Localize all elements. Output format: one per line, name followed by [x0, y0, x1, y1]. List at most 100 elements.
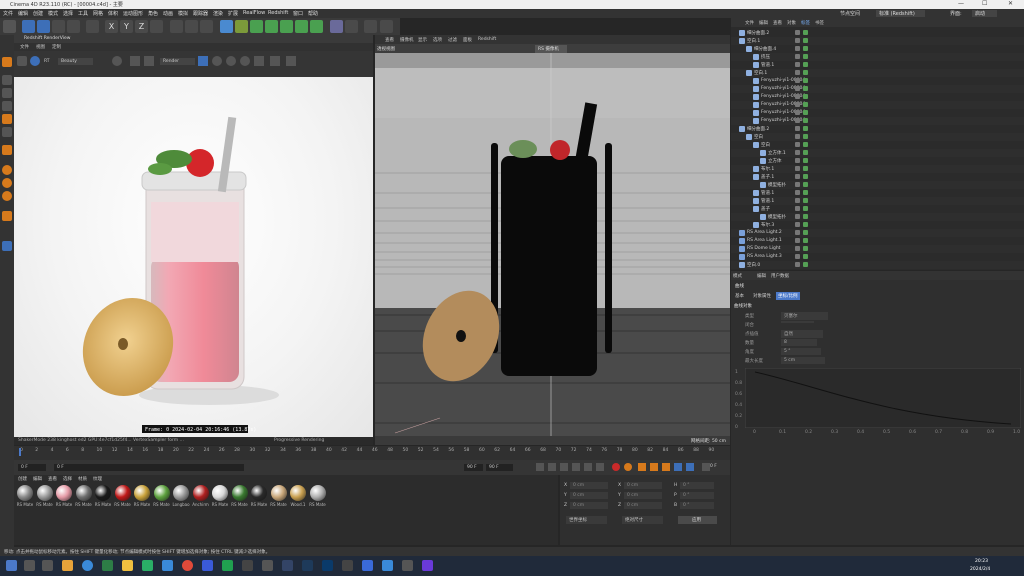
- rotate-tool-icon[interactable]: [67, 20, 80, 33]
- visibility-check-icon[interactable]: [803, 214, 808, 219]
- attr-menu-userdata[interactable]: 用户数据: [771, 273, 789, 279]
- layer-toggle-icon[interactable]: [795, 110, 800, 115]
- app-icon-3[interactable]: [222, 560, 233, 571]
- coord-rot-field[interactable]: 0 °: [680, 482, 714, 489]
- attr-subtab-basic[interactable]: 基本: [735, 293, 744, 299]
- object-row[interactable]: 盖子.1: [731, 173, 1024, 181]
- viewport-menu-options[interactable]: 选项: [433, 37, 442, 43]
- material-swatch[interactable]: RS Mate: [75, 484, 93, 514]
- rt-toggle[interactable]: RT: [44, 59, 50, 64]
- camera-icon[interactable]: [330, 20, 343, 33]
- visibility-check-icon[interactable]: [803, 30, 808, 35]
- visibility-check-icon[interactable]: [803, 150, 808, 155]
- attr-field-value[interactable]: [781, 321, 814, 323]
- menu-simulate[interactable]: 模拟: [178, 10, 188, 17]
- menu-mode[interactable]: 模式: [48, 10, 58, 17]
- go-to-start-icon[interactable]: [536, 463, 544, 471]
- bucket-icon[interactable]: [198, 56, 208, 66]
- material-swatch[interactable]: RS Mate: [309, 484, 327, 514]
- redshift-icon[interactable]: [364, 20, 377, 33]
- menu-create[interactable]: 创建: [33, 10, 43, 17]
- color-picker-icon[interactable]: [240, 56, 250, 66]
- visibility-check-icon[interactable]: [803, 254, 808, 259]
- om-menu-bookmarks[interactable]: 书签: [815, 20, 824, 26]
- viewport-menu-panel[interactable]: 面板: [463, 37, 472, 43]
- viewport-menu-filter[interactable]: 过滤: [448, 37, 457, 43]
- menu-tools[interactable]: 工具: [78, 10, 88, 17]
- app-icon-4[interactable]: [242, 560, 253, 571]
- visibility-check-icon[interactable]: [803, 126, 808, 131]
- live-select-icon[interactable]: [22, 20, 35, 33]
- attr-subtab-coord[interactable]: 坐标/比例: [776, 292, 800, 300]
- light-icon[interactable]: [345, 20, 358, 33]
- coord-size-field[interactable]: 0 cm: [624, 482, 663, 489]
- object-row[interactable]: 盖子: [731, 205, 1024, 213]
- coord-pos-field[interactable]: 0 cm: [570, 492, 609, 499]
- object-row[interactable]: Fenyuzhi-yi1-00004: [731, 109, 1024, 117]
- render-view-icon[interactable]: [170, 20, 183, 33]
- exposure-icon[interactable]: [226, 56, 236, 66]
- menu-volume[interactable]: 体积: [108, 10, 118, 17]
- visibility-check-icon[interactable]: [803, 62, 808, 67]
- coord-size-field[interactable]: 0 cm: [624, 502, 663, 509]
- object-row[interactable]: RS Area Light.2: [731, 229, 1024, 237]
- object-row[interactable]: Fenyuzhi-yi1-00004: [731, 117, 1024, 125]
- viewport-menu-camera[interactable]: 摄像机: [400, 37, 414, 43]
- play-icon[interactable]: [572, 463, 580, 471]
- app-icon-7[interactable]: [322, 560, 333, 571]
- menu-tracker[interactable]: 跟踪器: [193, 10, 208, 17]
- layer-toggle-icon[interactable]: [795, 174, 800, 179]
- cloner-icon[interactable]: [265, 20, 278, 33]
- om-menu-tags[interactable]: 标签: [801, 20, 810, 26]
- material-swatch[interactable]: RS Mate: [36, 484, 54, 514]
- object-row[interactable]: 模型拓扑: [731, 181, 1024, 189]
- material-swatch[interactable]: RS Mate: [114, 484, 132, 514]
- visibility-check-icon[interactable]: [803, 182, 808, 187]
- object-row[interactable]: 细分曲面.2: [731, 29, 1024, 37]
- menu-file[interactable]: 文件: [3, 10, 13, 17]
- solo-icon[interactable]: [2, 191, 12, 201]
- object-row[interactable]: 空白: [731, 141, 1024, 149]
- material-swatch[interactable]: RS Mate: [153, 484, 171, 514]
- layer-toggle-icon[interactable]: [795, 134, 800, 139]
- app-icon-10[interactable]: [382, 560, 393, 571]
- points-mode-icon[interactable]: [2, 101, 12, 111]
- save-image-icon[interactable]: [286, 56, 296, 66]
- preview-end-field[interactable]: 90 F: [486, 464, 513, 471]
- menu-animate[interactable]: 动画: [163, 10, 173, 17]
- object-row[interactable]: 管道.1: [731, 189, 1024, 197]
- texture-mode-icon[interactable]: [2, 88, 12, 98]
- om-menu-object[interactable]: 对象: [787, 20, 796, 26]
- coord-pos-field[interactable]: 0 cm: [570, 482, 609, 489]
- renderview-menu-file[interactable]: 文件: [20, 44, 29, 50]
- go-to-end-icon[interactable]: [596, 463, 604, 471]
- playhead[interactable]: [19, 448, 21, 456]
- photoshop-icon[interactable]: [282, 560, 293, 571]
- material-menu-item[interactable]: 查看: [48, 476, 57, 482]
- visibility-check-icon[interactable]: [803, 190, 808, 195]
- object-row[interactable]: 细分曲面.2: [731, 125, 1024, 133]
- coordinate-system-icon[interactable]: [150, 20, 163, 33]
- edge-icon[interactable]: [82, 560, 93, 571]
- layer-toggle-icon[interactable]: [795, 254, 800, 259]
- deformer-icon[interactable]: [280, 20, 293, 33]
- material-menu-item[interactable]: 编辑: [33, 476, 42, 482]
- viewport-menu-redshift[interactable]: Redshift: [478, 37, 496, 42]
- layer-toggle-icon[interactable]: [795, 62, 800, 67]
- layer-toggle-icon[interactable]: [795, 54, 800, 59]
- layer-toggle-icon[interactable]: [795, 46, 800, 51]
- om-menu-edit[interactable]: 编辑: [759, 20, 768, 26]
- attr-field-value[interactable]: 5 cm: [781, 357, 826, 364]
- viewport-menu-display[interactable]: 显示: [418, 37, 427, 43]
- object-row[interactable]: 管道.1: [731, 197, 1024, 205]
- visibility-check-icon[interactable]: [803, 118, 808, 123]
- snap-icon[interactable]: [2, 165, 12, 175]
- grid-icon[interactable]: [2, 241, 12, 251]
- visibility-check-icon[interactable]: [803, 158, 808, 163]
- cube-icon[interactable]: [220, 20, 233, 33]
- renderview-menu-view[interactable]: 视图: [36, 44, 45, 50]
- bulb-icon[interactable]: [380, 20, 393, 33]
- layer-toggle-icon[interactable]: [795, 262, 800, 267]
- attr-menu-edit[interactable]: 编辑: [757, 273, 766, 279]
- object-row[interactable]: 挤压: [731, 53, 1024, 61]
